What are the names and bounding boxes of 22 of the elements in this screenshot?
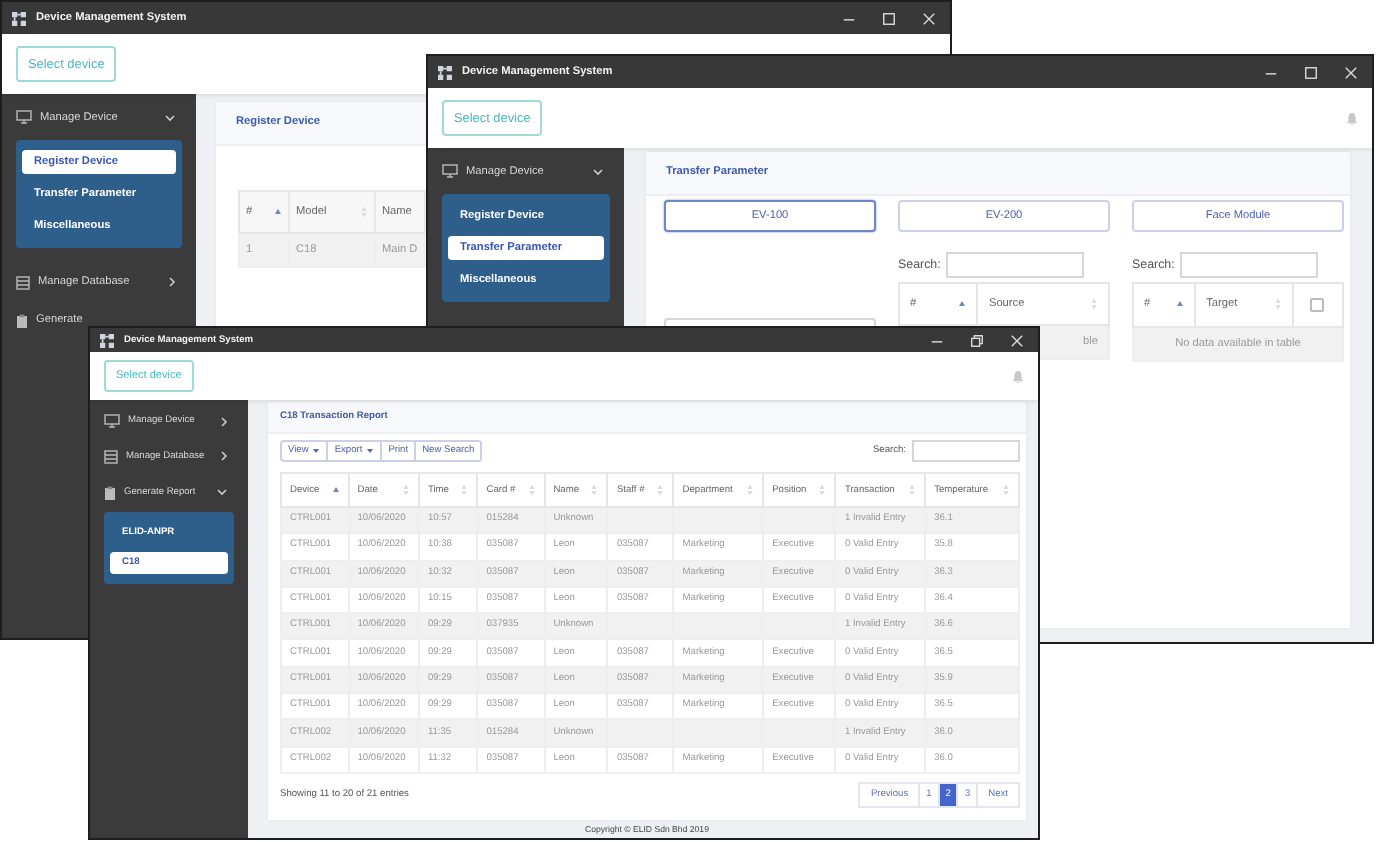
caret-icon — [366, 448, 375, 454]
app-icon — [12, 11, 26, 25]
close-icon[interactable] — [1344, 65, 1358, 79]
restore-icon[interactable] — [970, 333, 984, 347]
monitor-icon — [442, 164, 458, 179]
database-icon — [16, 275, 30, 290]
maximize-icon[interactable] — [882, 11, 896, 25]
search-field[interactable] — [912, 440, 1020, 462]
search-field[interactable] — [946, 251, 1085, 278]
close-icon[interactable] — [1010, 333, 1024, 347]
app-icon — [438, 65, 452, 79]
close-icon[interactable] — [922, 11, 936, 25]
maximize-icon[interactable] — [1304, 65, 1318, 79]
checkbox[interactable] — [1310, 297, 1325, 312]
app-icon — [100, 333, 114, 347]
clipboard-icon — [104, 485, 116, 500]
caret-icon — [312, 448, 321, 454]
database-icon — [104, 449, 118, 464]
search-field[interactable] — [1180, 251, 1319, 278]
clipboard-icon — [16, 313, 28, 328]
monitor-icon — [16, 110, 32, 125]
monitor-icon — [104, 414, 120, 429]
